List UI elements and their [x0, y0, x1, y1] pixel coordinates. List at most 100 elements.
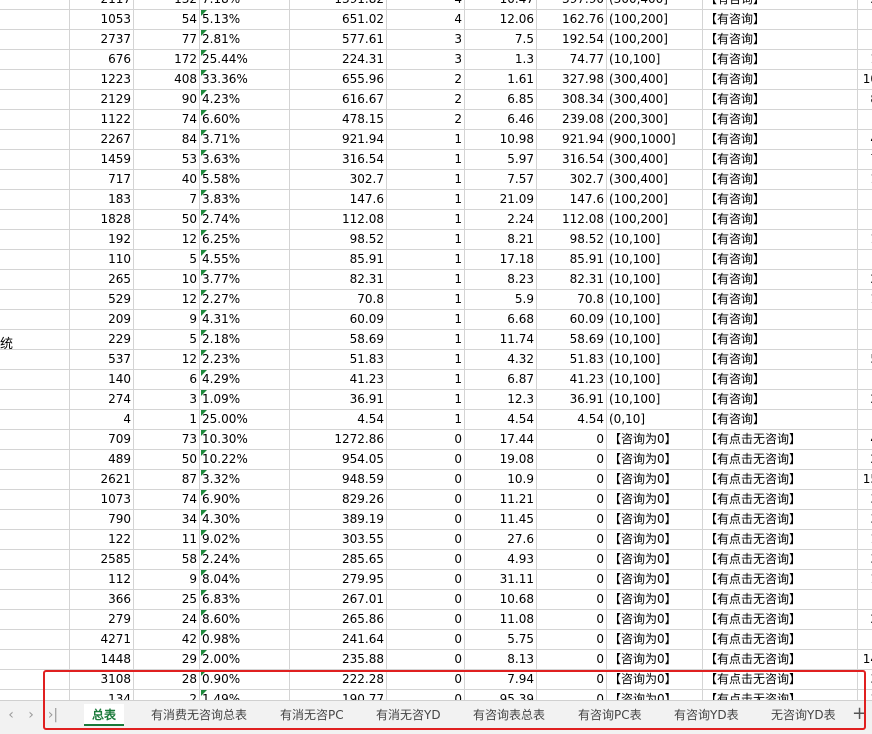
cell-blank[interactable]: [0, 550, 70, 569]
cell-inquiries[interactable]: 2: [387, 90, 465, 109]
cell-visits[interactable]: 25: [134, 590, 200, 609]
cell-clicks[interactable]: 279: [70, 610, 134, 629]
cell-avg-cost[interactable]: 6.46: [465, 110, 537, 129]
cell-range[interactable]: (300,400]: [607, 150, 703, 169]
cell-inquiry-cost[interactable]: 51.83: [537, 350, 607, 369]
cell-visits[interactable]: 54: [134, 10, 200, 29]
cell-rate[interactable]: 6.25%: [200, 230, 290, 249]
cell-category[interactable]: 【有咨询】: [703, 370, 858, 389]
cell-inquiries[interactable]: 1: [387, 250, 465, 269]
cell-rate[interactable]: 1.09%: [200, 390, 290, 409]
cell-avg-cost[interactable]: 4.54: [465, 410, 537, 429]
cell-range[interactable]: (300,400]: [607, 170, 703, 189]
cell-inquiry-cost[interactable]: 0: [537, 650, 607, 669]
cell-extra[interactable]: 7: [858, 150, 872, 169]
cell-visits[interactable]: 9: [134, 310, 200, 329]
cell-cost[interactable]: 389.19: [290, 510, 387, 529]
cell-clicks[interactable]: 366: [70, 590, 134, 609]
cell-clicks[interactable]: 112: [70, 570, 134, 589]
cell-blank[interactable]: [0, 270, 70, 289]
cell-clicks[interactable]: 489: [70, 450, 134, 469]
cell-avg-cost[interactable]: 6.87: [465, 370, 537, 389]
cell-clicks[interactable]: 122: [70, 530, 134, 549]
cell-avg-cost[interactable]: 19.08: [465, 450, 537, 469]
next-sheet-icon[interactable]: ›: [22, 705, 40, 725]
cell-cost[interactable]: 478.15: [290, 110, 387, 129]
cell-avg-cost[interactable]: 10.68: [465, 590, 537, 609]
cell-rate[interactable]: 25.00%: [200, 410, 290, 429]
cell-extra[interactable]: [858, 210, 872, 229]
cell-extra[interactable]: 3: [858, 510, 872, 529]
cell-extra[interactable]: [858, 630, 872, 649]
cell-inquiry-cost[interactable]: 0: [537, 530, 607, 549]
cell-visits[interactable]: 24: [134, 610, 200, 629]
cell-category[interactable]: 【有点击无咨询】: [703, 430, 858, 449]
cell-blank[interactable]: [0, 30, 70, 49]
cell-range[interactable]: 【咨询为0】: [607, 510, 703, 529]
cell-inquiry-cost[interactable]: 921.94: [537, 130, 607, 149]
cell-range[interactable]: (300,400]: [607, 90, 703, 109]
cell-inquiries[interactable]: 1: [387, 150, 465, 169]
cell-category[interactable]: 【有咨询】: [703, 90, 858, 109]
cell-blank[interactable]: [0, 410, 70, 429]
cell-extra[interactable]: 2: [858, 610, 872, 629]
cell-clicks[interactable]: 537: [70, 350, 134, 369]
cell-avg-cost[interactable]: 27.6: [465, 530, 537, 549]
cell-avg-cost[interactable]: 4.93: [465, 550, 537, 569]
cell-cost[interactable]: 655.96: [290, 70, 387, 89]
cell-range[interactable]: 【咨询为0】: [607, 670, 703, 689]
cell-category[interactable]: 【有咨询】: [703, 50, 858, 69]
cell-clicks[interactable]: 2585: [70, 550, 134, 569]
cell-range[interactable]: (300,400]: [607, 70, 703, 89]
cell-avg-cost[interactable]: 17.44: [465, 430, 537, 449]
cell-inquiry-cost[interactable]: 147.6: [537, 190, 607, 209]
cell-avg-cost[interactable]: 6.68: [465, 310, 537, 329]
cell-cost[interactable]: 285.65: [290, 550, 387, 569]
cell-category[interactable]: 【有点击无咨询】: [703, 610, 858, 629]
cell-inquiry-cost[interactable]: 70.8: [537, 290, 607, 309]
cell-rate[interactable]: 9.02%: [200, 530, 290, 549]
cell-rate[interactable]: 3.77%: [200, 270, 290, 289]
cell-extra[interactable]: [858, 30, 872, 49]
cell-category[interactable]: 【有咨询】: [703, 70, 858, 89]
add-sheet-icon[interactable]: +: [852, 703, 867, 725]
cell-blank[interactable]: [0, 370, 70, 389]
cell-range[interactable]: (10,100]: [607, 370, 703, 389]
cell-clicks[interactable]: 2117: [70, 0, 134, 9]
cell-visits[interactable]: 77: [134, 30, 200, 49]
cell-extra[interactable]: 2: [858, 450, 872, 469]
cell-extra[interactable]: 5: [858, 350, 872, 369]
cell-inquiries[interactable]: 0: [387, 530, 465, 549]
cell-visits[interactable]: 73: [134, 430, 200, 449]
cell-inquiry-cost[interactable]: 85.91: [537, 250, 607, 269]
cell-blank[interactable]: [0, 150, 70, 169]
cell-visits[interactable]: 42: [134, 630, 200, 649]
cell-category[interactable]: 【有咨询】: [703, 270, 858, 289]
cell-visits[interactable]: 11: [134, 530, 200, 549]
cell-rate[interactable]: 5.13%: [200, 10, 290, 29]
cell-avg-cost[interactable]: 11.45: [465, 510, 537, 529]
cell-extra[interactable]: [858, 250, 872, 269]
cell-blank[interactable]: [0, 290, 70, 309]
cell-cost[interactable]: 616.67: [290, 90, 387, 109]
cell-rate[interactable]: 10.22%: [200, 450, 290, 469]
cell-blank[interactable]: [0, 450, 70, 469]
cell-avg-cost[interactable]: 5.97: [465, 150, 537, 169]
cell-inquiry-cost[interactable]: 41.23: [537, 370, 607, 389]
cell-inquiry-cost[interactable]: 162.76: [537, 10, 607, 29]
cell-range[interactable]: 【咨询为0】: [607, 610, 703, 629]
cell-clicks[interactable]: 529: [70, 290, 134, 309]
cell-inquiry-cost[interactable]: 327.98: [537, 70, 607, 89]
cell-extra[interactable]: 3: [858, 670, 872, 689]
cell-extra[interactable]: [858, 330, 872, 349]
cell-visits[interactable]: 408: [134, 70, 200, 89]
cell-inquiries[interactable]: 0: [387, 590, 465, 609]
cell-blank[interactable]: [0, 0, 70, 9]
cell-range[interactable]: (10,100]: [607, 50, 703, 69]
cell-cost[interactable]: 267.01: [290, 590, 387, 609]
cell-inquiries[interactable]: 0: [387, 450, 465, 469]
cell-category[interactable]: 【有咨询】: [703, 110, 858, 129]
cell-rate[interactable]: 4.23%: [200, 90, 290, 109]
cell-inquiries[interactable]: 0: [387, 550, 465, 569]
cell-cost[interactable]: 303.55: [290, 530, 387, 549]
